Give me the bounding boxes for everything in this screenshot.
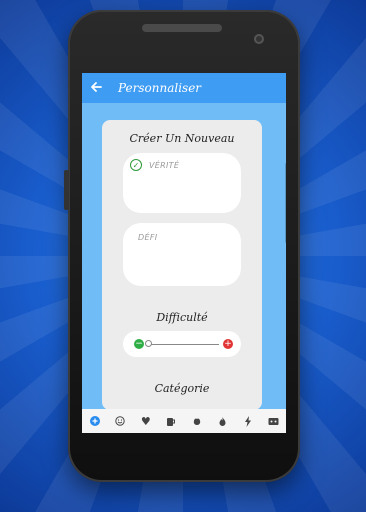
create-card: Créer Un Nouveau ✓ VÉRITÉ DÉFI Difficult… xyxy=(102,120,262,410)
mask-icon[interactable] xyxy=(263,411,283,431)
smile-icon[interactable] xyxy=(110,411,130,431)
phone-camera xyxy=(254,34,264,44)
beer-icon[interactable] xyxy=(161,411,181,431)
plus-icon[interactable] xyxy=(85,411,105,431)
phone-speaker xyxy=(142,24,222,32)
back-arrow-icon[interactable] xyxy=(90,79,112,97)
category-label: Catégorie xyxy=(154,382,210,395)
dare-placeholder: DÉFI xyxy=(138,233,158,242)
truth-placeholder: VÉRITÉ xyxy=(149,161,180,170)
scrollbar[interactable] xyxy=(285,163,286,243)
peach-icon[interactable] xyxy=(187,411,207,431)
flame-icon[interactable] xyxy=(212,411,232,431)
plus-icon[interactable]: + xyxy=(223,339,233,349)
category-navbar: ♥ xyxy=(82,409,286,433)
page-title: Personnaliser xyxy=(118,81,202,95)
slider-track[interactable] xyxy=(149,344,219,345)
minus-icon[interactable]: − xyxy=(134,339,144,349)
slider-knob[interactable] xyxy=(145,340,152,347)
app-screen: Personnaliser Créer Un Nouveau ✓ VÉRITÉ … xyxy=(82,73,286,433)
truth-input[interactable]: ✓ VÉRITÉ xyxy=(123,153,241,213)
heart-icon[interactable]: ♥ xyxy=(136,411,156,431)
check-icon[interactable]: ✓ xyxy=(130,159,142,171)
difficulty-label: Difficulté xyxy=(156,311,208,324)
phone-side-button xyxy=(64,170,69,210)
lightning-icon[interactable] xyxy=(238,411,258,431)
dare-input[interactable]: DÉFI xyxy=(123,223,241,286)
card-heading: Créer Un Nouveau xyxy=(129,132,235,145)
app-bar: Personnaliser xyxy=(82,73,286,103)
difficulty-slider[interactable]: − + xyxy=(123,331,241,357)
